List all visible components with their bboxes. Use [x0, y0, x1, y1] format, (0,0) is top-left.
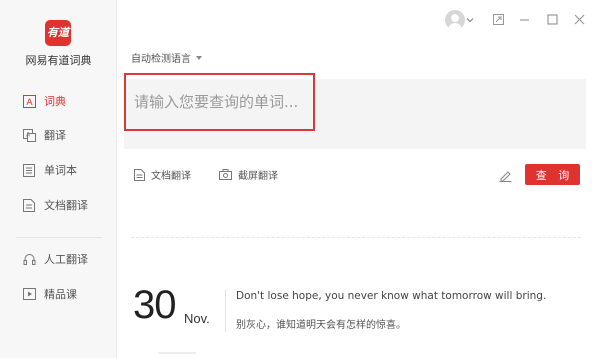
- sidebar-item-translate[interactable]: A 翻译: [0, 120, 117, 150]
- sidebar: 有道 网易有道词典 A 词典 A 翻译 单词本 文档翻译 人工翻译 精品课: [0, 0, 117, 358]
- daily-day: 30: [133, 283, 176, 327]
- chevron-down-icon: [196, 55, 202, 60]
- sidebar-item-label: 词典: [44, 95, 66, 108]
- document-translate-button[interactable]: 文档翻译: [134, 167, 191, 182]
- screenshot-translate-label: 截屏翻译: [238, 171, 278, 182]
- mini-mode-icon[interactable]: [490, 11, 506, 27]
- app-logo: 有道: [45, 20, 71, 46]
- sidebar-item-label: 人工翻译: [44, 253, 88, 266]
- language-selector-label: 自动检测语言: [131, 54, 191, 65]
- content-divider: [131, 237, 581, 238]
- sidebar-item-human-translate[interactable]: 人工翻译: [0, 244, 117, 274]
- minimize-icon[interactable]: [516, 11, 532, 27]
- sidebar-item-wordbook[interactable]: 单词本: [0, 155, 117, 185]
- wordbook-icon: [22, 163, 36, 177]
- screenshot-translate-button[interactable]: 截屏翻译: [219, 167, 278, 182]
- pen-icon[interactable]: [499, 167, 512, 186]
- language-selector[interactable]: 自动检测语言: [131, 50, 202, 65]
- document-icon: [134, 168, 145, 181]
- search-placeholder: 请输入您要查询的单词...: [134, 93, 299, 111]
- sidebar-item-label: 精品课: [44, 288, 77, 301]
- daily-month: Nov.: [184, 311, 210, 326]
- sidebar-item-label: 翻译: [44, 129, 66, 142]
- daily-quote-english[interactable]: Don't lose hope, you never know what tom…: [236, 290, 546, 302]
- course-icon: [22, 287, 36, 301]
- human-translate-icon: [22, 252, 36, 266]
- sidebar-item-document-translate[interactable]: 文档翻译: [0, 190, 117, 220]
- document-translate-label: 文档翻译: [151, 171, 191, 182]
- camera-icon: [219, 169, 232, 180]
- document-translate-icon: [22, 198, 36, 212]
- dictionary-icon: A: [22, 94, 36, 108]
- svg-text:A: A: [26, 98, 33, 108]
- app-name: 网易有道词典: [25, 54, 92, 67]
- sidebar-divider: [16, 237, 102, 238]
- user-avatar[interactable]: [445, 10, 465, 30]
- scroll-fragment: [158, 352, 196, 354]
- sidebar-item-label: 文档翻译: [44, 199, 88, 212]
- sidebar-item-dictionary[interactable]: A 词典: [0, 86, 117, 116]
- close-icon[interactable]: [571, 11, 587, 27]
- maximize-icon[interactable]: [544, 11, 560, 27]
- quote-divider: [225, 290, 226, 332]
- account-dropdown-chevron-icon[interactable]: [465, 12, 475, 28]
- sidebar-item-course[interactable]: 精品课: [0, 279, 117, 309]
- translate-icon: A: [22, 128, 36, 142]
- sidebar-item-label: 单词本: [44, 164, 77, 177]
- daily-quote-chinese: 别灰心，谁知道明天会有怎样的惊喜。: [236, 320, 406, 331]
- query-button[interactable]: 查 询: [525, 164, 580, 185]
